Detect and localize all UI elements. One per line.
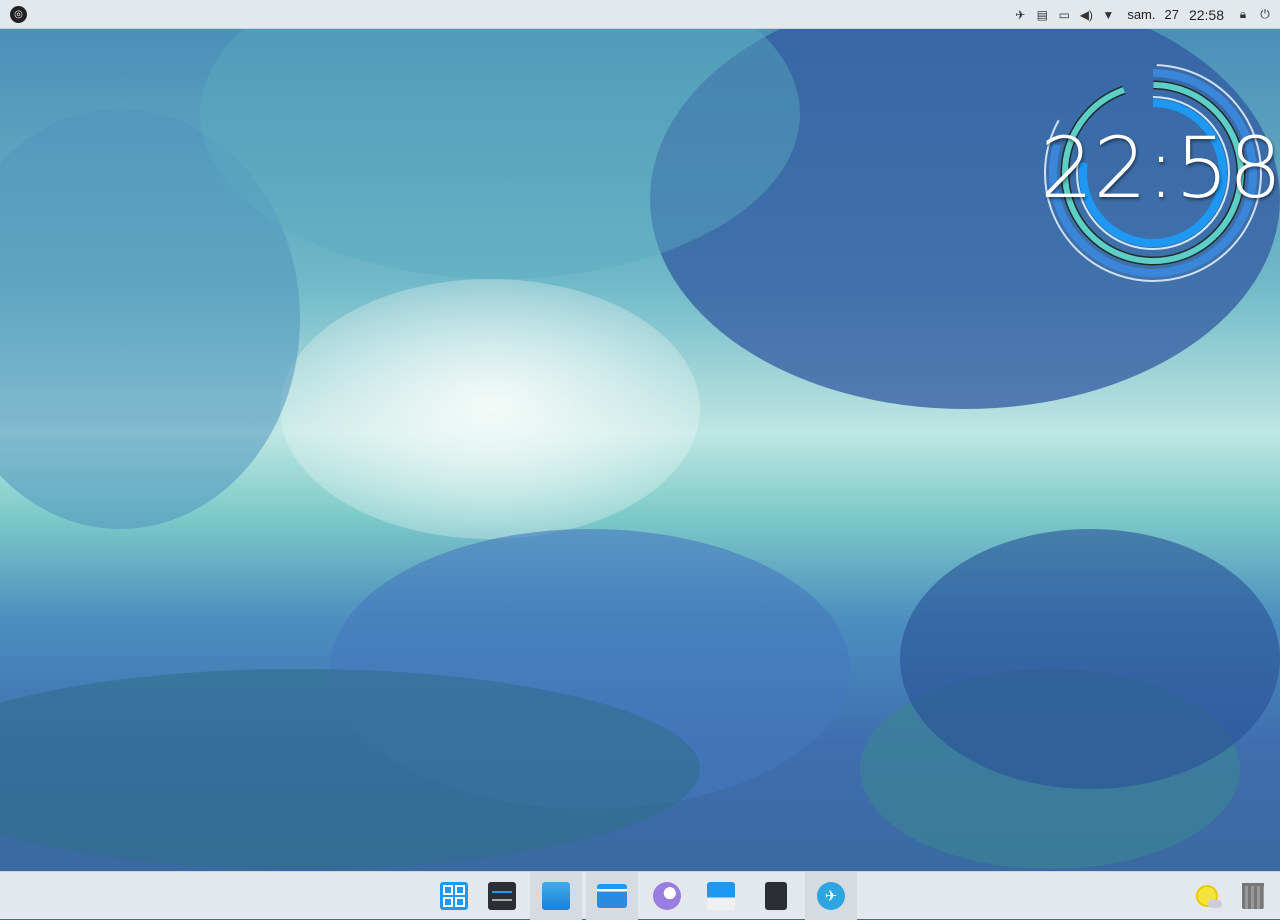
day-label[interactable]: 27 — [1164, 7, 1178, 22]
taskbar: ✈ — [0, 871, 1280, 920]
bird-icon — [653, 882, 681, 910]
clock-widget-time: 22:58 — [1040, 119, 1280, 217]
taskbar-telegram[interactable]: ✈ — [805, 872, 857, 920]
telegram-icon[interactable]: ✈ — [1009, 0, 1031, 29]
system-tray: ✈ ▤ ▭ ◀) ▼ sam. 27 22:58 🔒︎ ⏻ — [1009, 0, 1280, 29]
taskbar-text-editor[interactable] — [750, 872, 802, 920]
taskbar-mail[interactable] — [695, 872, 747, 920]
date-label[interactable]: sam. — [1127, 7, 1155, 22]
time-label[interactable]: 22:58 — [1189, 7, 1224, 23]
weather-widget[interactable] — [1182, 872, 1232, 920]
taskbar-app-launcher[interactable] — [428, 872, 480, 920]
document-icon — [765, 882, 787, 910]
network-icon[interactable]: ▭ — [1053, 0, 1075, 29]
top-panel: ◎ ✈ ▤ ▭ ◀) ▼ sam. 27 22:58 🔒︎ ⏻ — [0, 0, 1280, 29]
folder-icon — [597, 884, 627, 908]
taskbar-discover[interactable] — [530, 872, 582, 920]
grid-icon — [440, 882, 468, 910]
trash-widget[interactable] — [1228, 872, 1278, 920]
lock-icon[interactable]: 🔒︎ — [1232, 0, 1254, 29]
store-bag-icon — [542, 882, 570, 910]
trash-icon — [1242, 883, 1264, 909]
telegram-icon: ✈ — [817, 882, 845, 910]
power-icon[interactable]: ⏻ — [1254, 0, 1276, 29]
volume-icon[interactable]: ◀) — [1075, 0, 1097, 29]
sliders-icon — [488, 882, 516, 910]
weather-sun-cloud-icon — [1196, 885, 1222, 908]
taskbar-bird-app[interactable] — [641, 872, 693, 920]
clipboard-icon[interactable]: ▤ — [1031, 0, 1053, 29]
taskbar-file-manager[interactable] — [586, 872, 638, 920]
opensuse-gecko-icon[interactable]: ◎ — [10, 5, 27, 23]
taskbar-system-settings[interactable] — [476, 872, 528, 920]
mail-icon — [707, 882, 735, 910]
expand-arrow-icon[interactable]: ▼ — [1097, 0, 1119, 29]
